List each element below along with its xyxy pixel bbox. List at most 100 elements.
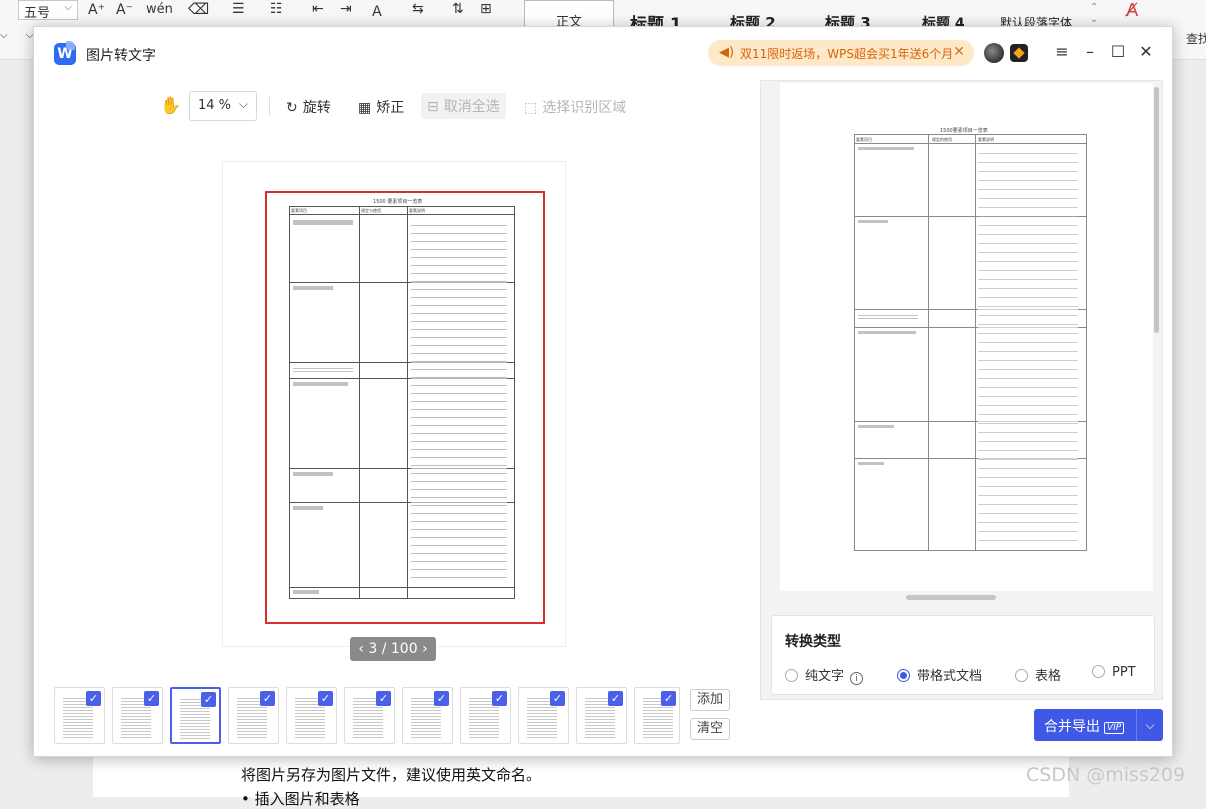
grow-font-icon[interactable]: A⁺ [88,2,105,18]
text-direction-icon[interactable]: Ａ [370,1,384,21]
radio-formatted-doc[interactable]: 带格式文档 [897,665,982,684]
document-text-line: • 插入图片和表格 [241,790,360,808]
result-preview[interactable]: 1500要素项目一览表 要素项目 规定的使用 要素说明 [780,83,1153,591]
recognition-region[interactable] [265,191,545,624]
checkbox-checked-icon[interactable]: ✓ [86,691,101,706]
outdent-icon[interactable]: ⇤ [312,1,324,17]
thumbnail[interactable]: ✓ [54,687,105,744]
dialog-header: W 图片转文字 ◀) 双11限时返场，WPS超会买1年送6个月 ✕ ≡ – ☐ … [34,27,1172,79]
checkbox-checked-icon[interactable]: ✓ [260,691,275,706]
number-list-icon[interactable]: ☷ [270,1,283,17]
document-text-line: 将图片另存为图片文件，建议使用英文命名。 [241,766,542,784]
styles-scroll-up[interactable]: ⌃ [1090,2,1098,13]
thumbnail[interactable]: ✓ [576,687,627,744]
result-text-lines [858,425,894,428]
thumbnail[interactable]: ✓ [344,687,395,744]
minimize-button[interactable]: – [1080,42,1100,62]
checkbox-checked-icon[interactable]: ✓ [608,691,623,706]
thumbnail[interactable]: ✓ [286,687,337,744]
horizontal-scrollbar[interactable] [906,595,996,600]
watermark: CSDN @miss209 [1026,764,1186,786]
export-dropdown-button[interactable]: ⌵ [1136,709,1163,741]
clear-button[interactable]: 清空 [690,718,730,740]
table-rule [928,134,929,550]
correct-button[interactable]: ▦ 矫正 [358,97,404,117]
chevron-left-icon[interactable]: ‹ [358,641,368,657]
page-pager[interactable]: ‹ 3 / 100 › [350,637,436,661]
vip-badge-icon[interactable] [1010,44,1028,62]
promo-banner[interactable]: ◀) 双11限时返场，WPS超会买1年送6个月 ✕ [708,40,974,66]
select-region-label: 选择识别区域 [542,100,627,116]
table-rule [854,134,1087,135]
checkbox-checked-icon[interactable]: ✓ [144,691,159,706]
radio-table[interactable]: 表格 [1015,665,1061,684]
table-rule [854,550,1087,551]
checkbox-checked-icon[interactable]: ✓ [492,691,507,706]
image-to-text-dialog: W 图片转文字 ◀) 双11限时返场，WPS超会买1年送6个月 ✕ ≡ – ☐ … [33,26,1173,757]
thumbnail[interactable]: ✓ [460,687,511,744]
radio-ppt[interactable]: PPT [1092,665,1136,680]
phonetic-icon[interactable]: wén [146,2,173,17]
result-text-lines [858,220,888,223]
bullet-list-icon[interactable]: ☰ [232,1,245,17]
result-text-lines [858,313,918,321]
radio-label: 表格 [1035,669,1062,684]
thumbnail[interactable]: ✓ [402,687,453,744]
rotate-icon: ↻ [286,100,298,116]
chevron-right-icon[interactable]: › [418,641,428,657]
correct-label: 矫正 [376,100,405,116]
thumbnail[interactable]: ✓ [634,687,680,744]
close-button[interactable]: ✕ [1136,42,1156,62]
sort-icon[interactable]: ⇅ [452,1,464,17]
styles-scroll-down[interactable]: ⌄ [1090,14,1098,25]
toolbar-divider [269,97,270,115]
radio-icon [1092,665,1105,678]
font-size-select[interactable]: 五号 ⌵ [18,0,78,21]
thumbnail[interactable]: ✓ [228,687,279,744]
zoom-select[interactable]: 14 % ⌵ [189,91,257,121]
deselect-all-button[interactable]: ⊟ 取消全选 [421,93,506,119]
radio-icon [785,669,798,682]
menu-icon[interactable]: ≡ [1052,42,1072,62]
hand-tool-icon[interactable]: ✋ [160,96,181,126]
select-region-button[interactable]: ⬚ 选择识别区域 [524,97,626,117]
border-icon[interactable]: ⊞ [480,1,492,17]
maximize-button[interactable]: ☐ [1108,42,1128,62]
checkbox-checked-icon[interactable]: ✓ [318,691,333,706]
close-icon[interactable]: ✕ [953,44,965,60]
page-indicator: 3 / 100 [368,641,418,657]
shrink-font-icon[interactable]: A⁻ [116,2,133,18]
indent-icon[interactable]: ⇥ [340,1,352,17]
table-rule [975,134,976,550]
radio-label: 带格式文档 [917,669,983,684]
thumbnail-selected[interactable]: ✓ [170,687,221,744]
checkbox-checked-icon[interactable]: ✓ [201,692,216,707]
checkbox-checked-icon[interactable]: ✓ [376,691,391,706]
rotate-button[interactable]: ↻ 旋转 [286,97,331,117]
eraser-icon[interactable]: ⌫ [188,0,209,18]
grid-icon: ▦ [358,100,372,116]
thumbnail[interactable]: ✓ [112,687,163,744]
find-label[interactable]: 查找 [1186,30,1206,47]
chevron-down-icon: ⌵ [238,97,248,111]
document-page [93,757,1069,797]
checkbox-checked-icon[interactable]: ✓ [550,691,565,706]
vip-tag: VIP [1104,722,1125,734]
dialog-title: 图片转文字 [86,48,156,64]
checkbox-checked-icon[interactable]: ✓ [661,691,676,706]
style-normal[interactable]: 正文 [524,0,614,30]
checkbox-checked-icon[interactable]: ✓ [434,691,449,706]
add-button[interactable]: 添加 [690,689,730,711]
info-icon[interactable]: i [850,672,864,685]
result-doc-title: 1500要素项目一览表 [940,128,988,134]
line-spacing-icon[interactable]: ⇆ [412,1,424,17]
export-label: 合并导出 [1044,719,1100,735]
radio-plain-text[interactable]: 纯文字 i [785,665,864,685]
chevron-down-icon[interactable]: ⌵ [0,30,8,41]
text-effect-icon[interactable]: A̸ [1126,0,1138,21]
vertical-scrollbar[interactable] [1154,87,1159,333]
avatar[interactable] [984,43,1004,63]
thumbnail[interactable]: ✓ [518,687,569,744]
merge-export-button[interactable]: 合并导出 VIP [1034,709,1136,741]
deselect-icon: ⊟ [427,99,439,115]
